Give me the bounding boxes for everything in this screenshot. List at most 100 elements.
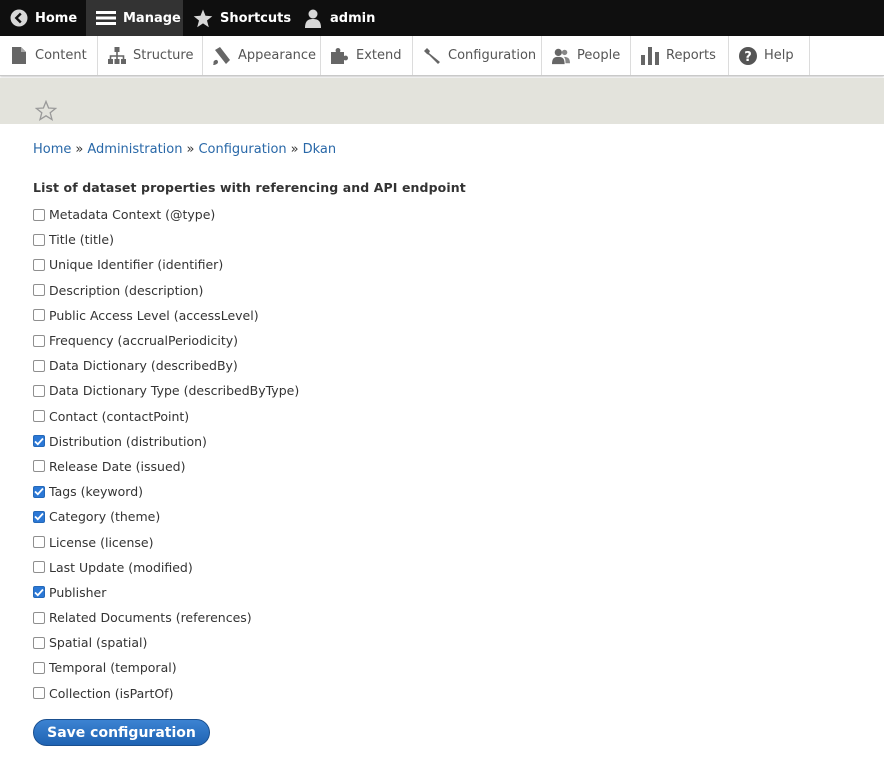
- breadcrumb-separator: »: [290, 142, 299, 157]
- property-label: Release Date (issued): [49, 458, 186, 474]
- wrench-icon: [423, 47, 441, 65]
- property-checkbox[interactable]: [33, 435, 45, 448]
- property-checkbox[interactable]: [33, 334, 45, 347]
- property-label: Unique Identifier (identifier): [49, 257, 224, 273]
- property-option[interactable]: Contact (contactPoint): [33, 404, 299, 429]
- property-label: Tags (keyword): [49, 484, 144, 500]
- toolbar-shortcuts-label: Shortcuts: [220, 10, 292, 26]
- breadcrumb: Home» Administration» Configuration» Dkan: [33, 142, 336, 157]
- property-label: Frequency (accrualPeriodicity): [49, 333, 238, 349]
- toolbar-manage-tab[interactable]: Manage: [86, 0, 183, 36]
- tray-item-label: Structure: [133, 48, 194, 63]
- property-option[interactable]: Temporal (temporal): [33, 655, 299, 680]
- save-configuration-button[interactable]: Save configuration: [33, 719, 210, 746]
- paintbrush-icon: [213, 46, 231, 65]
- property-checkbox[interactable]: [33, 208, 45, 221]
- property-checkbox[interactable]: [33, 309, 45, 322]
- page-header: [0, 78, 884, 124]
- tray-item-content[interactable]: Content: [0, 36, 98, 75]
- property-option[interactable]: Spatial (spatial): [33, 630, 299, 655]
- property-label: Data Dictionary Type (describedByType): [49, 383, 300, 399]
- page-icon: [10, 47, 28, 65]
- property-label: Contact (contactPoint): [49, 408, 190, 424]
- property-option[interactable]: Unique Identifier (identifier): [33, 252, 299, 277]
- property-option[interactable]: Tags (keyword): [33, 479, 299, 504]
- tray-item-people[interactable]: People: [542, 36, 631, 75]
- breadcrumb-separator: »: [186, 142, 195, 157]
- property-option[interactable]: Metadata Context (@type): [33, 202, 299, 227]
- property-checkbox[interactable]: [33, 258, 45, 271]
- property-label: Publisher: [49, 584, 107, 600]
- tray-item-configuration[interactable]: Configuration: [413, 36, 542, 75]
- property-label: Title (title): [49, 232, 114, 248]
- toolbar-home-label: Home: [35, 10, 78, 26]
- admin-tray: Content Structure Appearance Extend Conf…: [0, 36, 884, 76]
- property-checkbox[interactable]: [33, 460, 45, 473]
- tray-item-label: People: [577, 48, 621, 63]
- star-filled-icon: [193, 8, 213, 28]
- property-option[interactable]: Publisher: [33, 580, 299, 605]
- property-option[interactable]: Distribution (distribution): [33, 429, 299, 454]
- property-checkbox[interactable]: [33, 687, 45, 700]
- property-option[interactable]: Public Access Level (accessLevel): [33, 303, 299, 328]
- property-option[interactable]: Collection (isPartOf): [33, 681, 299, 706]
- property-label: Spatial (spatial): [49, 635, 148, 651]
- menu-icon: [96, 8, 116, 28]
- tray-item-label: Reports: [666, 48, 716, 63]
- property-label: Collection (isPartOf): [49, 685, 174, 701]
- property-label: Metadata Context (@type): [49, 207, 216, 223]
- tray-item-label: Content: [35, 48, 87, 63]
- property-checkbox[interactable]: [33, 284, 45, 297]
- property-checkbox[interactable]: [33, 384, 45, 397]
- property-checkbox[interactable]: [33, 586, 45, 599]
- property-checkbox[interactable]: [33, 636, 45, 649]
- tray-item-reports[interactable]: Reports: [631, 36, 729, 75]
- tray-item-label: Extend: [356, 48, 402, 63]
- tray-item-appearance[interactable]: Appearance: [203, 36, 321, 75]
- property-option[interactable]: License (license): [33, 529, 299, 554]
- property-checkbox[interactable]: [33, 561, 45, 574]
- toolbar-shortcuts-tab[interactable]: Shortcuts: [183, 0, 293, 36]
- property-option[interactable]: Description (description): [33, 278, 299, 303]
- breadcrumb-dkan[interactable]: Dkan: [303, 142, 337, 157]
- property-checkbox[interactable]: [33, 536, 45, 549]
- property-checkbox[interactable]: [33, 233, 45, 246]
- tray-item-help[interactable]: ? Help: [729, 36, 810, 75]
- tray-item-extend[interactable]: Extend: [321, 36, 413, 75]
- breadcrumb-home[interactable]: Home: [33, 142, 71, 157]
- sitemap-icon: [108, 47, 126, 65]
- property-option[interactable]: Related Documents (references): [33, 605, 299, 630]
- puzzle-icon: [331, 47, 349, 65]
- property-checkbox[interactable]: [33, 661, 45, 674]
- tray-item-label: Appearance: [238, 48, 317, 63]
- property-checkbox[interactable]: [33, 611, 45, 624]
- help-icon: ?: [739, 46, 757, 65]
- property-label: Data Dictionary (describedBy): [49, 358, 238, 374]
- property-option[interactable]: Last Update (modified): [33, 555, 299, 580]
- property-checkbox[interactable]: [33, 510, 45, 523]
- toolbar-home-link[interactable]: Home: [0, 0, 86, 36]
- property-label: Related Documents (references): [49, 610, 252, 626]
- property-option[interactable]: Category (theme): [33, 504, 299, 529]
- toolbar-user-tab[interactable]: admin: [293, 0, 385, 36]
- breadcrumb-configuration[interactable]: Configuration: [198, 142, 286, 157]
- property-checkbox[interactable]: [33, 410, 45, 423]
- admin-toolbar: Home Manage Shortcuts admin: [0, 0, 884, 36]
- tray-item-structure[interactable]: Structure: [98, 36, 203, 75]
- shortcut-star-icon[interactable]: [34, 99, 58, 122]
- property-option[interactable]: Data Dictionary (describedBy): [33, 353, 299, 378]
- bar-chart-icon: [641, 46, 659, 65]
- property-checkbox[interactable]: [33, 485, 45, 498]
- property-option[interactable]: Release Date (issued): [33, 454, 299, 479]
- property-option[interactable]: Frequency (accrualPeriodicity): [33, 328, 299, 353]
- property-option[interactable]: Data Dictionary Type (describedByType): [33, 378, 299, 403]
- property-option[interactable]: Title (title): [33, 227, 299, 252]
- property-checkbox[interactable]: [33, 359, 45, 372]
- breadcrumb-administration[interactable]: Administration: [87, 142, 182, 157]
- svg-text:?: ?: [744, 50, 752, 65]
- checkmark-icon: [34, 513, 44, 521]
- property-label: Distribution (distribution): [49, 433, 207, 449]
- toolbar-manage-label: Manage: [123, 10, 181, 26]
- property-label: Public Access Level (accessLevel): [49, 307, 259, 323]
- tray-item-label: Configuration: [448, 48, 537, 63]
